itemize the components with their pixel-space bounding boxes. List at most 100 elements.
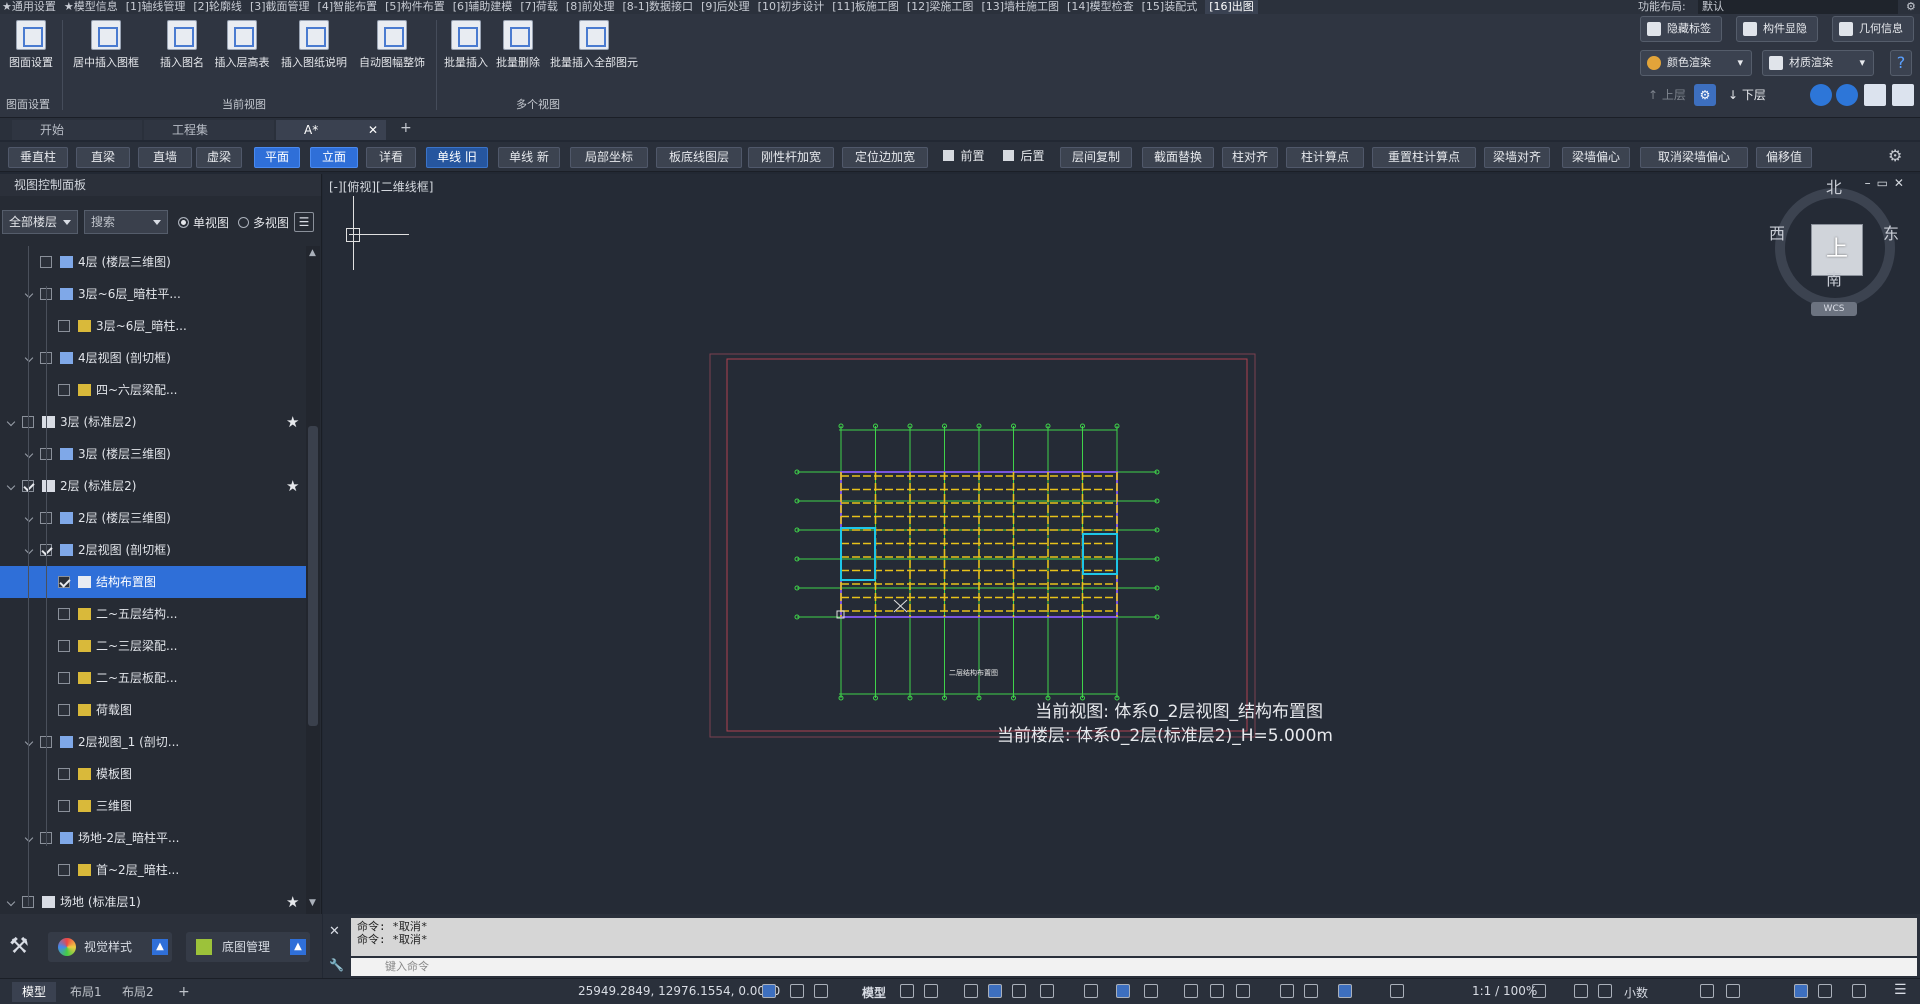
- menu-item[interactable]: ★模型信息: [64, 0, 126, 14]
- slab-bottom-layer-button[interactable]: 板底线图层: [656, 147, 742, 168]
- selection-icon[interactable]: [1144, 984, 1158, 998]
- annotation-icon[interactable]: [1304, 984, 1318, 998]
- osnap-icon[interactable]: [988, 984, 1002, 998]
- star-icon[interactable]: ★: [286, 886, 300, 911]
- expand-toggle-icon[interactable]: [24, 833, 34, 843]
- infer-icon[interactable]: [964, 984, 978, 998]
- cursor-icon[interactable]: [790, 984, 804, 998]
- ortho-mode-icon[interactable]: [1012, 984, 1026, 998]
- scale-readout[interactable]: 1:1 / 100%: [1472, 984, 1537, 998]
- menu-item[interactable]: [12]梁施工图: [907, 0, 982, 14]
- beam-wall-align-button[interactable]: 梁墙对齐: [1484, 147, 1550, 168]
- rigid-bar-widen-button[interactable]: 刚性杆加宽: [748, 147, 834, 168]
- menu-item[interactable]: ★通用设置: [2, 0, 64, 14]
- tree-checkbox[interactable]: [58, 800, 70, 812]
- interfloor-copy-button[interactable]: 层间复制: [1060, 147, 1132, 168]
- geometry-info-button[interactable]: 几何信息: [1832, 16, 1914, 42]
- menu-item[interactable]: [7]荷载: [520, 0, 566, 14]
- menu-item[interactable]: [1]轴线管理: [126, 0, 194, 14]
- zoom-in-icon[interactable]: [1810, 84, 1832, 106]
- gear-icon[interactable]: ⚙: [1906, 0, 1916, 14]
- local-coords-button[interactable]: 局部坐标: [570, 147, 648, 168]
- tree-checkbox[interactable]: [58, 768, 70, 780]
- menu-item[interactable]: [11]板施工图: [832, 0, 907, 14]
- object-snap-icon[interactable]: [1084, 984, 1098, 998]
- menu-item[interactable]: [8-1]数据接口: [623, 0, 702, 14]
- floor-select[interactable]: 全部楼层: [2, 210, 78, 234]
- multi-view-radio[interactable]: 多视图: [238, 214, 289, 231]
- star-icon[interactable]: ★: [286, 470, 300, 495]
- help-button[interactable]: ?: [1890, 50, 1912, 76]
- straight-beam-button[interactable]: 直梁: [76, 147, 130, 168]
- tree-checkbox[interactable]: [58, 608, 70, 620]
- tree-row[interactable]: 4层 (楼层三维图): [0, 246, 306, 278]
- expand-toggle-icon[interactable]: [6, 897, 16, 907]
- tab-model[interactable]: 模型: [12, 982, 57, 1002]
- scale-icon[interactable]: [1390, 984, 1404, 998]
- dynamic-ucs-icon[interactable]: [1116, 984, 1130, 998]
- base-map-button[interactable]: 底图管理 ▲: [186, 932, 310, 962]
- zoom-out-icon[interactable]: [1836, 84, 1858, 106]
- scroll-up-icon[interactable]: ▲: [309, 248, 316, 258]
- menu-icon[interactable]: ☰: [294, 212, 314, 232]
- insert-notes-button[interactable]: 插入图纸说明: [276, 20, 352, 70]
- menu-item[interactable]: [3]截面管理: [250, 0, 318, 14]
- tab-start[interactable]: 开始: [12, 120, 142, 140]
- insert-title-button[interactable]: 插入图名: [156, 20, 208, 70]
- menu-item[interactable]: [8]前处理: [566, 0, 623, 14]
- offset-value-button[interactable]: 偏移值: [1756, 147, 1812, 168]
- locator-edge-widen-button[interactable]: 定位边加宽: [842, 147, 928, 168]
- expand-toggle-icon[interactable]: [6, 481, 16, 491]
- beam-wall-eccentric-button[interactable]: 梁墙偏心: [1562, 147, 1630, 168]
- expand-toggle-icon[interactable]: [6, 417, 16, 427]
- view-list-icon[interactable]: [1864, 84, 1886, 106]
- down-floor-button[interactable]: ↓ 下层: [1728, 86, 1766, 103]
- column-calc-point-button[interactable]: 柱计算点: [1286, 147, 1364, 168]
- menu-item[interactable]: [5]构件布置: [385, 0, 453, 14]
- search-input[interactable]: 搜索: [84, 210, 168, 234]
- menu-item[interactable]: [4]智能布置: [318, 0, 386, 14]
- menu-item[interactable]: [13]墙柱施工图: [981, 0, 1067, 14]
- compass-east[interactable]: 东: [1883, 220, 1899, 244]
- single-line-old-button[interactable]: 单线 旧: [426, 147, 488, 168]
- grid-icon[interactable]: [900, 984, 914, 998]
- tab-current[interactable]: A* ✕: [276, 120, 386, 140]
- visual-style-button[interactable]: 视觉样式 ▲: [48, 932, 172, 962]
- reset-calc-point-button[interactable]: 重置柱计算点: [1372, 147, 1476, 168]
- wcs-button[interactable]: WCS: [1811, 302, 1857, 316]
- column-align-button[interactable]: 柱对齐: [1222, 147, 1278, 168]
- plan-view-button[interactable]: 平面: [254, 147, 300, 168]
- tree-checkbox[interactable]: [40, 256, 52, 268]
- layout-select[interactable]: 默认: [1698, 0, 1898, 14]
- star-icon[interactable]: ★: [286, 406, 300, 431]
- tab-project-set[interactable]: 工程集: [144, 120, 274, 140]
- single-line-new-button[interactable]: 单线 新: [498, 147, 560, 168]
- compass-north[interactable]: 北: [1826, 174, 1842, 198]
- ucs-icon[interactable]: [1280, 984, 1294, 998]
- tree-checkbox[interactable]: [58, 672, 70, 684]
- customize-menu-icon[interactable]: ☰: [1894, 982, 1907, 998]
- batch-delete-button[interactable]: 批量删除: [492, 20, 544, 70]
- menu-item[interactable]: [15]装配式: [1142, 0, 1206, 14]
- compass-west[interactable]: 西: [1769, 220, 1785, 244]
- menu-item[interactable]: [6]辅助建模: [453, 0, 521, 14]
- polar-icon[interactable]: [1040, 984, 1054, 998]
- menu-item[interactable]: [14]模型检查: [1067, 0, 1142, 14]
- drawing-canvas[interactable]: [-][俯视][二维线框] –▭✕ 二层结构布置图 上 北 南 东 西 WCS …: [323, 174, 1920, 914]
- tree-checkbox[interactable]: [58, 384, 70, 396]
- ortho-icon[interactable]: [762, 984, 776, 998]
- expand-toggle-icon[interactable]: [24, 449, 34, 459]
- tree-scrollbar[interactable]: ▲ ▼: [306, 246, 320, 914]
- isolate-icon[interactable]: [1726, 984, 1740, 998]
- annotate-visibility-icon[interactable]: [1338, 984, 1352, 998]
- units-select[interactable]: 小数: [1624, 984, 1648, 1001]
- menu-item[interactable]: [9]后处理: [701, 0, 758, 14]
- toolbar-settings-icon[interactable]: ⚙: [1888, 146, 1902, 165]
- lineweight-icon[interactable]: [1184, 984, 1198, 998]
- grid-snap-icon[interactable]: [814, 984, 828, 998]
- single-view-radio[interactable]: 单视图: [178, 214, 229, 231]
- tree-checkbox[interactable]: [58, 864, 70, 876]
- section-replace-button[interactable]: 截面替换: [1142, 147, 1214, 168]
- clean-screen-icon[interactable]: [1818, 984, 1832, 998]
- add-tab-button[interactable]: +: [400, 120, 412, 136]
